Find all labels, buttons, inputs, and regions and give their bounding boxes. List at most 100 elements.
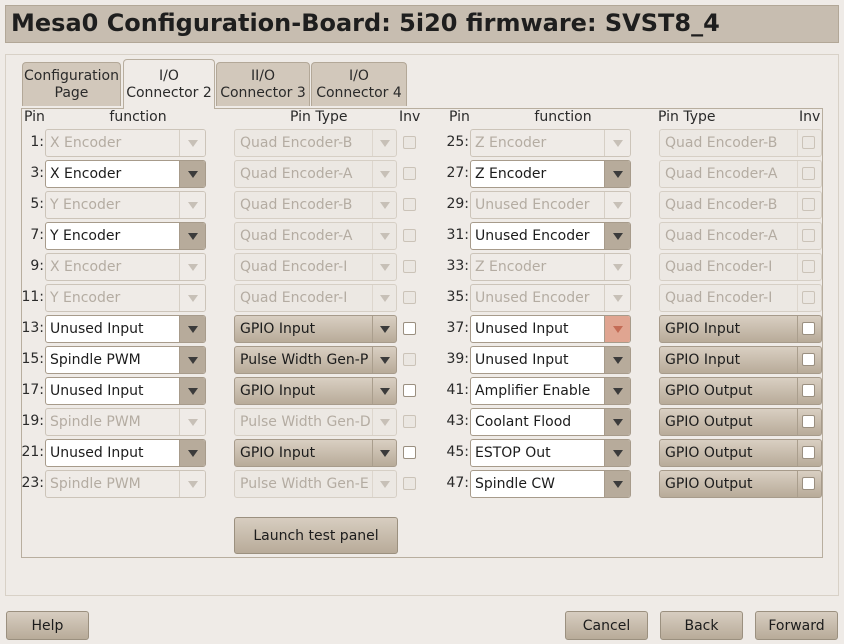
pin-type-combobox[interactable]: Pulse Width Gen-P [234, 346, 397, 374]
dropdown-arrow-icon [604, 254, 630, 280]
pin-type-combobox[interactable]: GPIO Input [234, 439, 397, 467]
dropdown-arrow-icon[interactable] [179, 440, 205, 466]
pin-type-combobox[interactable]: GPIO Output [659, 439, 822, 467]
pin-type-value: Quad Encoder-I [665, 259, 773, 275]
pin-type-value: Quad Encoder-A [665, 228, 778, 244]
tab-io-connector-3[interactable]: II/O Connector 3 [216, 62, 310, 106]
dropdown-arrow-icon[interactable] [604, 223, 630, 249]
pin-type-combobox[interactable]: GPIO Output [659, 408, 822, 436]
invert-checkbox [403, 260, 416, 273]
function-combobox[interactable]: Unused Input [470, 346, 631, 374]
pin-type-combobox[interactable]: GPIO Input [659, 315, 822, 343]
invert-checkbox[interactable] [403, 384, 416, 397]
dropdown-arrow-icon[interactable] [604, 378, 630, 404]
invert-checkbox[interactable] [802, 384, 815, 397]
pin-type-combobox[interactable]: GPIO Input [234, 315, 397, 343]
help-button[interactable]: Help [6, 611, 89, 640]
function-combobox[interactable]: Unused Encoder [470, 222, 631, 250]
pin-type-combobox[interactable]: GPIO Input [659, 346, 822, 374]
pin-type-combobox[interactable]: GPIO Input [234, 377, 397, 405]
dropdown-arrow-icon[interactable] [372, 440, 396, 466]
dropdown-arrow-icon[interactable] [372, 347, 396, 373]
function-value: Spindle PWM [50, 352, 141, 368]
dropdown-arrow-icon [372, 192, 396, 218]
function-combobox[interactable]: Unused Input [45, 439, 206, 467]
invert-checkbox[interactable] [802, 322, 815, 335]
triangle-down-icon [187, 356, 198, 364]
function-value: Unused Input [475, 321, 569, 337]
invert-checkbox [403, 198, 416, 211]
function-combobox[interactable]: ESTOP Out [470, 439, 631, 467]
pin-type-value: Quad Encoder-I [240, 290, 348, 306]
dropdown-arrow-icon[interactable] [179, 223, 205, 249]
pin-type-combobox: Quad Encoder-A [234, 160, 397, 188]
function-combobox[interactable]: Y Encoder [45, 222, 206, 250]
tab-io-connector-2[interactable]: I/O Connector 2 [123, 59, 215, 109]
page-title: Mesa0 Configuration-Board: 5i20 firmware… [11, 9, 720, 37]
triangle-down-icon [187, 139, 198, 147]
triangle-down-icon [612, 387, 623, 395]
pin-type-column-header: Pin Type [658, 109, 716, 125]
dropdown-arrow-icon[interactable] [179, 161, 205, 187]
pin-number: 13: [21, 320, 44, 336]
invert-checkbox[interactable] [403, 322, 416, 335]
dropdown-arrow-icon[interactable] [372, 316, 396, 342]
dropdown-arrow-icon [179, 192, 205, 218]
tab-io-connector-4[interactable]: I/O Connector 4 [311, 62, 407, 106]
tab-configuration-page[interactable]: Configuration Page [22, 62, 121, 106]
dropdown-arrow-icon[interactable] [179, 378, 205, 404]
function-combobox[interactable]: Amplifier Enable [470, 377, 631, 405]
function-value: X Encoder [50, 166, 122, 182]
pin-number: 43: [446, 413, 469, 429]
invert-checkbox[interactable] [802, 477, 815, 490]
function-combobox[interactable]: X Encoder [45, 160, 206, 188]
triangle-down-icon [379, 201, 390, 209]
pin-type-combobox: Quad Encoder-I [659, 253, 822, 281]
pin-type-combobox[interactable]: GPIO Output [659, 470, 822, 498]
inv-column-header: Inv [799, 109, 821, 125]
function-column-header: function [109, 109, 167, 125]
function-combobox[interactable]: Spindle CW [470, 470, 631, 498]
dropdown-arrow-icon[interactable] [604, 440, 630, 466]
invert-checkbox [403, 477, 416, 490]
pin-type-value: Quad Encoder-B [240, 197, 353, 213]
dropdown-arrow-icon[interactable] [604, 471, 630, 497]
function-combobox[interactable]: Z Encoder [470, 160, 631, 188]
function-combobox[interactable]: Coolant Flood [470, 408, 631, 436]
triangle-down-icon [379, 263, 390, 271]
function-value: Unused Encoder [475, 228, 590, 244]
dropdown-arrow-icon[interactable] [604, 161, 630, 187]
dropdown-arrow-icon[interactable] [604, 316, 630, 342]
forward-button[interactable]: Forward [755, 611, 838, 640]
triangle-down-icon [612, 325, 623, 333]
dropdown-arrow-icon[interactable] [179, 316, 205, 342]
launch-test-panel-button[interactable]: Launch test panel [234, 517, 398, 554]
function-combobox[interactable]: Unused Input [45, 315, 206, 343]
pin-number: 27: [446, 165, 469, 181]
function-combobox[interactable]: Unused Input [470, 315, 631, 343]
triangle-down-icon [379, 294, 390, 302]
invert-checkbox[interactable] [802, 415, 815, 428]
invert-checkbox [802, 136, 815, 149]
dropdown-arrow-icon[interactable] [179, 347, 205, 373]
pin-number: 17: [21, 382, 44, 398]
back-button[interactable]: Back [660, 611, 743, 640]
triangle-down-icon [612, 232, 623, 240]
pin-number: 29: [446, 196, 469, 212]
function-combobox[interactable]: Unused Input [45, 377, 206, 405]
function-combobox: Z Encoder [470, 129, 631, 157]
dropdown-arrow-icon [372, 471, 396, 497]
function-combobox[interactable]: Spindle PWM [45, 346, 206, 374]
dropdown-arrow-icon[interactable] [372, 378, 396, 404]
pin-type-combobox: Quad Encoder-A [659, 160, 822, 188]
dropdown-arrow-icon[interactable] [604, 347, 630, 373]
invert-checkbox[interactable] [802, 446, 815, 459]
triangle-down-icon [612, 356, 623, 364]
dropdown-arrow-icon[interactable] [604, 409, 630, 435]
pin-number: 41: [446, 382, 469, 398]
triangle-down-icon [612, 201, 623, 209]
invert-checkbox[interactable] [403, 446, 416, 459]
invert-checkbox[interactable] [802, 353, 815, 366]
pin-type-combobox[interactable]: GPIO Output [659, 377, 822, 405]
cancel-button[interactable]: Cancel [565, 611, 648, 640]
